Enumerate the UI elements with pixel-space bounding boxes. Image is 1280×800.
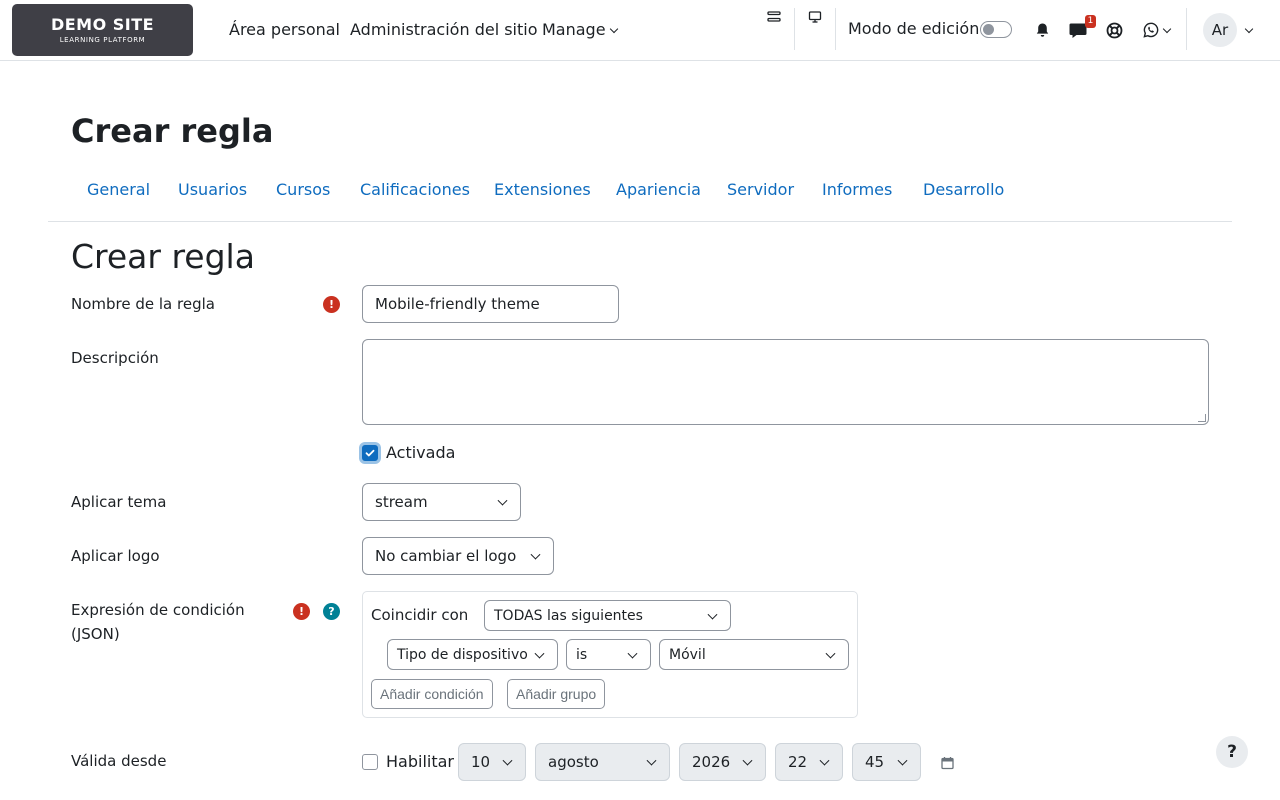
condition-field-select[interactable]: Tipo de dispositivo xyxy=(387,639,558,670)
condition-label: Expresión de condición xyxy=(71,601,245,619)
chevron-down-icon xyxy=(534,648,545,659)
valid-from-hour-value: 22 xyxy=(788,753,808,771)
chevron-down-icon xyxy=(825,648,836,659)
navbar-divider xyxy=(835,8,836,50)
monitor-icon xyxy=(808,11,822,23)
valid-from-year-value: 2026 xyxy=(692,753,731,771)
valid-from-enable-checkbox[interactable] xyxy=(362,754,378,770)
description-label: Descripción xyxy=(71,349,159,367)
nav-link-manage[interactable]: Manage xyxy=(542,20,618,40)
tab-users[interactable]: Usuarios xyxy=(178,180,247,200)
valid-from-minute-value: 45 xyxy=(865,753,885,771)
page-title: Crear regla xyxy=(71,112,274,150)
condition-field-value: Tipo de dispositivo xyxy=(397,646,528,663)
site-logo[interactable]: DEMO SITE LEARNING PLATFORM xyxy=(12,4,193,56)
admin-tabs: General Usuarios Cursos Calificaciones E… xyxy=(48,172,1232,222)
top-navbar: DEMO SITE LEARNING PLATFORM Área persona… xyxy=(0,0,1280,61)
chevron-down-icon xyxy=(646,755,657,766)
user-avatar[interactable]: Ar xyxy=(1203,13,1237,47)
tab-courses[interactable]: Cursos xyxy=(276,180,330,200)
required-icon: ! xyxy=(323,296,340,313)
condition-label-line2: (JSON) xyxy=(71,625,120,643)
support-button[interactable] xyxy=(1104,20,1124,40)
help-floating-button[interactable]: ? xyxy=(1216,736,1248,768)
match-select-value: TODAS las siguientes xyxy=(494,607,643,624)
life-ring-icon xyxy=(1106,22,1122,38)
rule-name-label: Nombre de la regla xyxy=(71,295,215,313)
condition-value-value: Móvil xyxy=(669,646,706,663)
description-textarea[interactable] xyxy=(362,339,1209,425)
valid-from-year-select[interactable]: 2026 xyxy=(679,743,766,781)
edit-mode-label: Modo de edición xyxy=(848,19,980,38)
edit-mode-toggle[interactable] xyxy=(980,21,1012,38)
tab-reports[interactable]: Informes xyxy=(822,180,892,200)
tab-general[interactable]: General xyxy=(87,180,150,200)
chevron-down-icon xyxy=(609,24,618,34)
chevron-down-icon xyxy=(627,648,638,659)
condition-operator-value: is xyxy=(576,646,588,663)
condition-operator-select[interactable]: is xyxy=(566,639,651,670)
resize-grip-icon[interactable] xyxy=(1198,414,1206,422)
chevron-down-icon xyxy=(497,495,508,506)
site-logo-title: DEMO SITE xyxy=(50,15,155,34)
valid-from-minute-select[interactable]: 45 xyxy=(852,743,921,781)
add-condition-button[interactable]: Añadir condición xyxy=(371,679,493,709)
display-mode-button[interactable] xyxy=(805,8,825,26)
site-logo-subtitle: LEARNING PLATFORM xyxy=(59,36,146,44)
messages-count-badge: 1 xyxy=(1085,15,1096,28)
chevron-down-icon xyxy=(502,755,513,766)
theme-select[interactable]: stream xyxy=(362,483,521,521)
chevron-down-icon xyxy=(819,755,830,766)
nav-link-dashboard[interactable]: Área personal xyxy=(229,20,340,40)
enabled-label: Activada xyxy=(386,443,456,462)
chevron-down-icon xyxy=(1162,24,1172,34)
navbar-divider xyxy=(794,8,795,50)
tab-development[interactable]: Desarrollo xyxy=(923,180,1004,200)
chevron-down-icon xyxy=(742,755,753,766)
communication-menu-button[interactable] xyxy=(1141,20,1161,40)
add-group-button[interactable]: Añadir grupo xyxy=(507,679,606,709)
rule-name-input[interactable]: Mobile-friendly theme xyxy=(362,285,619,323)
drawer-toggle-button[interactable] xyxy=(764,8,784,26)
checkmark-icon xyxy=(365,449,375,457)
required-icon: ! xyxy=(293,603,310,620)
chevron-down-icon xyxy=(897,755,908,766)
bell-icon xyxy=(1036,23,1048,37)
tab-appearance[interactable]: Apariencia xyxy=(616,180,701,200)
theme-label: Aplicar tema xyxy=(71,493,167,511)
valid-from-day-value: 10 xyxy=(471,753,491,771)
chevron-down-icon xyxy=(1244,24,1254,34)
valid-from-hour-select[interactable]: 22 xyxy=(775,743,843,781)
nav-link-site-admin[interactable]: Administración del sitio xyxy=(350,20,538,40)
tab-grades[interactable]: Calificaciones xyxy=(360,180,470,200)
chevron-down-icon xyxy=(707,609,718,620)
calendar-icon xyxy=(940,757,954,770)
chevron-down-icon xyxy=(530,549,541,560)
toggle-knob xyxy=(983,24,994,35)
logo-select[interactable]: No cambiar el logo xyxy=(362,537,554,575)
tab-plugins[interactable]: Extensiones xyxy=(494,180,591,200)
valid-from-day-select[interactable]: 10 xyxy=(458,743,526,781)
calendar-button[interactable] xyxy=(939,754,955,772)
condition-value-select[interactable]: Móvil xyxy=(659,639,849,670)
form-heading: Crear regla xyxy=(71,237,255,276)
logo-select-value: No cambiar el logo xyxy=(375,547,517,565)
valid-from-month-select[interactable]: agosto xyxy=(535,743,670,781)
question-circle-icon[interactable]: ? xyxy=(323,603,340,620)
condition-builder: Coincidir con TODAS las siguientes Tipo … xyxy=(362,591,858,718)
tab-server[interactable]: Servidor xyxy=(727,180,794,200)
match-select[interactable]: TODAS las siguientes xyxy=(484,600,731,631)
match-label: Coincidir con xyxy=(371,606,469,624)
navbar-divider xyxy=(1186,8,1187,50)
nav-link-manage-label: Manage xyxy=(542,20,606,39)
bars-icon xyxy=(767,11,781,22)
theme-select-value: stream xyxy=(375,493,428,511)
logo-label: Aplicar logo xyxy=(71,547,160,565)
valid-from-month-value: agosto xyxy=(548,753,599,771)
valid-from-label: Válida desde xyxy=(71,752,167,770)
whatsapp-icon xyxy=(1143,22,1159,38)
notifications-button[interactable] xyxy=(1032,20,1052,40)
valid-from-enable-label: Habilitar xyxy=(386,752,454,771)
enabled-checkbox[interactable] xyxy=(362,445,378,461)
